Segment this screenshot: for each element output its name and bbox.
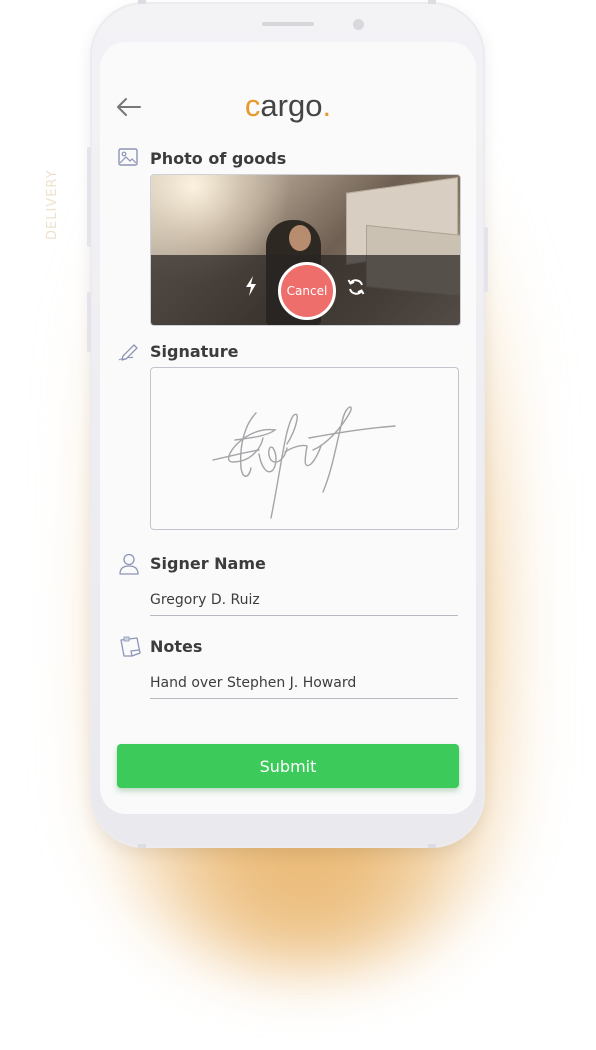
side-button xyxy=(87,292,91,352)
watermark-text: DELIVERY xyxy=(45,169,60,240)
photo-section-title: Photo of goods xyxy=(150,149,287,168)
phone-speaker xyxy=(262,22,314,26)
notes-section-title: Notes xyxy=(150,637,203,656)
pen-icon xyxy=(118,342,140,364)
notes-field[interactable]: Hand over Stephen J. Howard xyxy=(150,675,458,699)
power-button xyxy=(484,227,488,292)
signer-name-field[interactable]: Gregory D. Ruiz xyxy=(150,592,458,616)
flash-button[interactable] xyxy=(243,275,259,297)
submit-button[interactable]: Submit xyxy=(117,744,459,788)
note-icon xyxy=(118,636,141,658)
flash-icon xyxy=(246,276,256,296)
user-icon xyxy=(118,552,140,575)
app-screen: cargo. Photo of goods Cancel Signature S… xyxy=(100,42,476,814)
camera-switch-button[interactable] xyxy=(346,277,366,297)
cancel-button[interactable]: Cancel xyxy=(278,262,336,320)
signature-section-title: Signature xyxy=(150,342,239,361)
frame-tick xyxy=(138,0,146,4)
signature-pad[interactable] xyxy=(150,367,459,530)
signer-section-title: Signer Name xyxy=(150,554,266,573)
photo-face xyxy=(289,225,311,251)
signature-drawing xyxy=(212,406,396,519)
app-logo: cargo. xyxy=(244,88,332,123)
phone-front-camera xyxy=(353,19,364,30)
volume-button xyxy=(87,147,91,247)
frame-tick xyxy=(428,0,436,4)
frame-tick xyxy=(428,844,436,848)
camera-switch-icon xyxy=(347,279,365,295)
frame-tick xyxy=(138,844,146,848)
photo-preview: Cancel xyxy=(150,174,461,326)
image-icon xyxy=(118,148,140,170)
